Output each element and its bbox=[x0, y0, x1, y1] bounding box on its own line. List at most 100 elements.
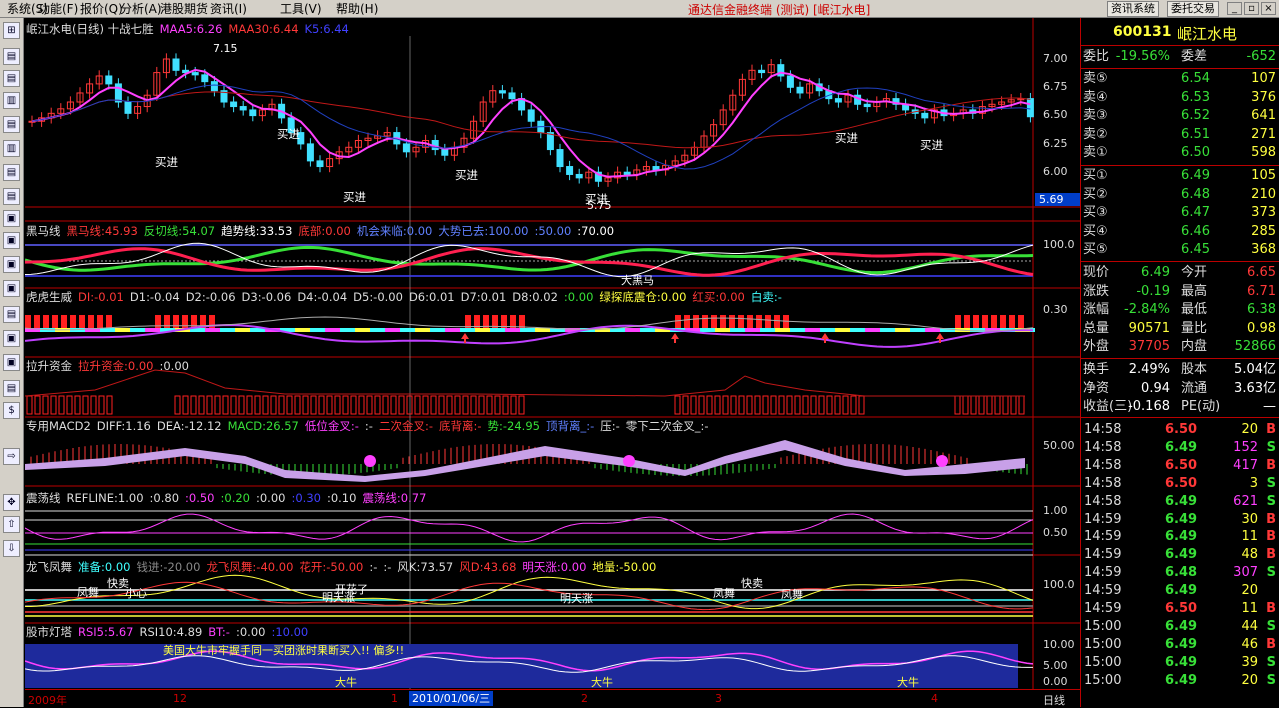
toolbar-icon[interactable]: ▤ bbox=[3, 380, 20, 397]
sell-price[interactable]: 6.50 bbox=[1181, 144, 1210, 162]
sell-price[interactable]: 6.51 bbox=[1181, 126, 1210, 144]
indicator-value: 势:-24.95 bbox=[487, 419, 540, 433]
toolbar-icon[interactable]: ✥ bbox=[3, 494, 20, 511]
toolbar-icon[interactable]: ▥ bbox=[3, 92, 20, 109]
buy-signal: 买进 bbox=[455, 168, 478, 182]
tick-row: 14:59 6.49 20 bbox=[1081, 582, 1279, 600]
toolbar-icon[interactable]: ⇧ bbox=[3, 516, 20, 533]
menu-item[interactable]: 资讯(I) bbox=[210, 1, 247, 17]
info-system-button[interactable]: 资讯系统 bbox=[1107, 1, 1159, 17]
toolbar-icon[interactable]: ▤ bbox=[3, 48, 20, 65]
candle-body bbox=[863, 103, 871, 108]
sell-volume: 376 bbox=[1251, 89, 1276, 105]
sell-price[interactable]: 6.53 bbox=[1181, 89, 1210, 107]
toolbar-icon[interactable]: ▣ bbox=[3, 210, 20, 227]
y-axis-label: 7.00 bbox=[1043, 52, 1068, 65]
red-bar bbox=[34, 315, 40, 328]
tick-volume: 11 bbox=[1241, 601, 1258, 616]
tick-price: 6.49 bbox=[1165, 529, 1198, 545]
red-bar bbox=[774, 315, 780, 328]
red-bar bbox=[720, 315, 726, 328]
menu-item[interactable]: 港股期货 bbox=[160, 1, 208, 17]
trade-button[interactable]: 委托交易 bbox=[1167, 1, 1219, 17]
minimize-icon[interactable]: _ bbox=[1227, 2, 1242, 15]
buy-price[interactable]: 6.45 bbox=[1181, 241, 1210, 259]
buy-price[interactable]: 6.48 bbox=[1181, 186, 1210, 204]
signal-tag: 大牛 bbox=[335, 676, 357, 689]
toolbar-icon[interactable]: ▣ bbox=[3, 232, 20, 249]
y-axis-label: 0.30 bbox=[1043, 303, 1068, 316]
red-bar bbox=[693, 315, 699, 328]
indicator-value: 风K:73.57 bbox=[397, 560, 454, 574]
tick-time: 14:59 bbox=[1084, 511, 1122, 527]
indicator-line bbox=[25, 369, 1025, 397]
date-tick: 12 bbox=[173, 692, 187, 705]
indicator-value: 红买:0.00 bbox=[692, 290, 745, 304]
red-bar bbox=[61, 315, 67, 328]
chart-area[interactable]: 岷江水电(日线) 十战七胜 MAA5:6.26 MAA30:6.44 K5:6.44 黑… bbox=[25, 18, 1080, 689]
menu-item[interactable]: 分析(A) bbox=[120, 1, 162, 17]
buy-price[interactable]: 6.49 bbox=[1181, 167, 1210, 185]
restore-icon[interactable]: ▫ bbox=[1244, 2, 1259, 15]
indicator-value: 压:- bbox=[600, 419, 620, 433]
tick-time: 14:58 bbox=[1084, 475, 1122, 491]
stat-value: -0.168 bbox=[1128, 399, 1170, 415]
tick-price: 6.50 bbox=[1165, 475, 1198, 491]
buy-price[interactable]: 6.47 bbox=[1181, 204, 1210, 222]
toolbar-icon[interactable]: ▣ bbox=[3, 354, 20, 371]
candle-body bbox=[796, 86, 804, 94]
red-bar bbox=[964, 315, 970, 328]
order-diff: -652 bbox=[1246, 49, 1276, 64]
toolbar-icon[interactable]: ⇨ bbox=[3, 448, 20, 465]
indicator-value: K5:6.44 bbox=[304, 22, 349, 36]
panel-title-main: 岷江水电(日线) 十战七胜 MAA5:6.26 MAA30:6.44 K5:6.44 bbox=[26, 22, 355, 36]
toolbar-icon[interactable]: ▤ bbox=[3, 70, 20, 87]
toolbar-icon[interactable]: ▥ bbox=[3, 140, 20, 157]
tick-row: 15:00 6.49 46 B bbox=[1081, 636, 1279, 654]
toolbar-icon[interactable]: ▤ bbox=[3, 188, 20, 205]
sell-price[interactable]: 6.52 bbox=[1181, 107, 1210, 125]
tick-side: S bbox=[1266, 493, 1276, 509]
toolbar-icon[interactable]: ⇩ bbox=[3, 540, 20, 557]
toolbar-icon[interactable]: ⊞ bbox=[3, 22, 20, 39]
current-price-marker: 5.69 bbox=[1035, 193, 1080, 206]
up-arrow-icon bbox=[671, 333, 679, 343]
toolbar-icon[interactable]: ▣ bbox=[3, 330, 20, 347]
buy-signal: 买进 bbox=[277, 127, 300, 141]
tick-time: 14:59 bbox=[1084, 565, 1122, 581]
toolbar-icon[interactable]: $ bbox=[3, 402, 20, 419]
toolbar-icon[interactable]: ▤ bbox=[3, 306, 20, 323]
tick-side: S bbox=[1266, 565, 1276, 581]
tick-side: S bbox=[1266, 439, 1276, 455]
menu-item[interactable]: 报价(Q) bbox=[80, 1, 123, 17]
tick-time: 14:59 bbox=[1084, 601, 1122, 616]
toolbar-icon[interactable]: ▣ bbox=[3, 280, 20, 297]
tick-row: 15:00 6.49 39 S bbox=[1081, 654, 1279, 672]
stat-value: 0.98 bbox=[1247, 320, 1276, 336]
red-bar bbox=[684, 315, 690, 328]
menu-item[interactable]: 功能(F) bbox=[38, 1, 78, 17]
stat-value: — bbox=[1263, 399, 1276, 415]
toolbar-icon[interactable]: ▤ bbox=[3, 116, 20, 133]
sell-level: 卖④ bbox=[1083, 89, 1108, 105]
tick-price: 6.49 bbox=[1165, 636, 1198, 652]
app-title: 通达信金融终端 (测试) [岷江水电] bbox=[688, 3, 871, 17]
menu-item[interactable]: 工具(V) bbox=[280, 1, 322, 17]
toolbar-icon[interactable]: ▣ bbox=[3, 256, 20, 273]
menu-item[interactable]: 帮助(H) bbox=[336, 1, 378, 17]
tick-price: 6.49 bbox=[1165, 583, 1198, 599]
chart-canvas[interactable] bbox=[25, 18, 1080, 689]
close-icon[interactable]: × bbox=[1261, 2, 1276, 15]
buy-price[interactable]: 6.46 bbox=[1181, 223, 1210, 241]
red-bar bbox=[43, 315, 49, 328]
candle-body bbox=[623, 171, 631, 175]
period-label[interactable]: 日线 bbox=[1043, 692, 1065, 708]
red-bar bbox=[1000, 315, 1006, 328]
y-axis-label: 50.00 bbox=[1043, 439, 1075, 452]
indicator-value: :0.30 bbox=[291, 491, 321, 505]
toolbar-icon[interactable]: ▤ bbox=[3, 164, 20, 181]
signal-tag: 凤舞 bbox=[713, 587, 735, 600]
red-bar bbox=[97, 315, 103, 328]
tick-volume: 152 bbox=[1233, 439, 1258, 455]
sell-price[interactable]: 6.54 bbox=[1181, 70, 1210, 88]
